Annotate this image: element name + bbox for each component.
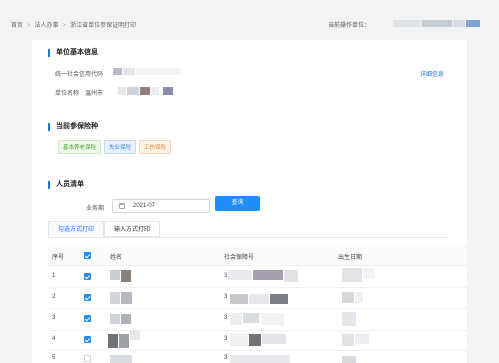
ssn-redacted: [230, 294, 248, 304]
breadcrumb-separator: >: [62, 23, 67, 29]
row-checkbox[interactable]: [84, 355, 91, 362]
insurance-tag-injury: 工伤保险: [139, 140, 172, 154]
column-header-no: 序号: [52, 255, 65, 261]
period-date-value: 2021-07: [133, 203, 156, 209]
name-redacted: [110, 270, 120, 280]
ssn-redacted: [249, 294, 269, 304]
birthdate-redacted: [342, 334, 354, 346]
name-redacted: [110, 292, 120, 304]
credit-code-redacted: [123, 68, 135, 75]
period-date-input[interactable]: 2021-07: [112, 199, 210, 213]
birthdate-redacted: [363, 268, 375, 278]
tab-divider: [48, 237, 448, 238]
operator-name-redacted: [453, 20, 465, 27]
column-header-ssn: 社会保障号: [224, 255, 255, 261]
unit-name-label: 单位名称: [55, 91, 80, 97]
credit-code-redacted: [113, 68, 122, 75]
ssn-redacted: [253, 270, 283, 280]
birthdate-redacted: [342, 268, 362, 282]
birthdate-redacted: [342, 356, 356, 363]
unit-name-redacted: [118, 87, 126, 95]
unit-name-redacted: [163, 87, 173, 95]
insurance-tag-unemployment: 失业保险: [104, 140, 137, 154]
row-divider: [48, 287, 467, 288]
breadcrumb-current: 浙江省单位参保证明打印: [70, 23, 137, 29]
section-title-insurance: 当前参保险种: [48, 123, 98, 131]
name-redacted: [130, 330, 140, 340]
birthdate-redacted: [355, 334, 369, 344]
name-redacted: [121, 292, 132, 304]
tab-checkbox-print[interactable]: 勾选方式打印: [48, 221, 104, 237]
ssn-prefix: 3: [224, 336, 228, 342]
section-title-basic-info: 单位基本信息: [48, 49, 98, 57]
birthdate-redacted: [342, 312, 356, 326]
name-redacted: [119, 334, 129, 348]
ssn-redacted: [230, 313, 242, 325]
ssn-prefix: 3: [224, 355, 228, 361]
row-checkbox[interactable]: [84, 336, 91, 343]
ssn-redacted: [230, 334, 248, 346]
unit-name-redacted: [140, 87, 150, 95]
breadcrumb: 首页 > 法人办事 > 浙江省单位参保证明打印: [11, 20, 136, 29]
query-button[interactable]: 查询: [215, 196, 260, 211]
insurance-tag-pension: 基本养老保险: [58, 140, 102, 154]
row-checkbox[interactable]: [84, 315, 91, 322]
ssn-redacted: [284, 270, 298, 282]
detail-info-link[interactable]: 详细信息: [420, 69, 444, 78]
row-number: 2: [52, 294, 56, 300]
ssn-redacted: [243, 313, 259, 323]
operator-label: 当前操作单位：: [328, 23, 371, 29]
row-checkbox[interactable]: [84, 294, 91, 301]
period-label: 业务期: [86, 206, 105, 212]
row-divider: [48, 350, 467, 351]
breadcrumb-separator: >: [27, 23, 31, 29]
row-number: 3: [52, 315, 56, 321]
operator-name-redacted: [466, 20, 480, 27]
ssn-prefix: 3: [224, 273, 228, 279]
section-title-personnel: 人员清单: [48, 181, 84, 189]
row-checkbox[interactable]: [84, 273, 91, 280]
row-divider: [48, 308, 467, 309]
row-divider: [48, 265, 467, 266]
ssn-redacted: [230, 355, 290, 363]
name-redacted: [110, 355, 132, 363]
row-divider: [48, 330, 467, 331]
ssn-redacted: [228, 270, 252, 280]
birthdate-redacted: [342, 292, 354, 303]
birthdate-redacted: [355, 292, 363, 303]
ssn-redacted: [249, 334, 261, 346]
credit-code-label: 统一社会信用代码: [55, 72, 104, 78]
unit-name-redacted: [151, 87, 159, 95]
select-all-checkbox[interactable]: [84, 252, 91, 259]
credit-code-redacted: [136, 68, 180, 75]
ssn-redacted: [262, 334, 286, 344]
ssn-redacted: [262, 313, 284, 325]
breadcrumb-home[interactable]: 首页: [11, 23, 23, 29]
column-header-name: 姓名: [110, 255, 123, 261]
row-number: 4: [52, 336, 56, 342]
breadcrumb-section[interactable]: 法人办事: [35, 23, 59, 29]
name-redacted: [108, 334, 118, 348]
unit-name-value: 温州市: [85, 91, 104, 97]
unit-name-redacted: [127, 87, 139, 95]
name-redacted: [121, 314, 131, 324]
name-redacted: [121, 270, 131, 282]
ssn-prefix: 3: [224, 315, 228, 321]
name-redacted: [110, 314, 120, 324]
ssn-prefix: 3: [224, 294, 228, 300]
operator-name-redacted: [422, 20, 452, 27]
column-header-birthdate: 出生日期: [338, 255, 363, 261]
row-number: 1: [52, 273, 56, 279]
row-number: 5: [52, 355, 56, 361]
tab-input-print[interactable]: 输入方式打印: [104, 221, 160, 237]
calendar-icon: [119, 203, 125, 209]
operator-name-redacted: [393, 20, 421, 27]
ssn-redacted: [270, 294, 288, 304]
